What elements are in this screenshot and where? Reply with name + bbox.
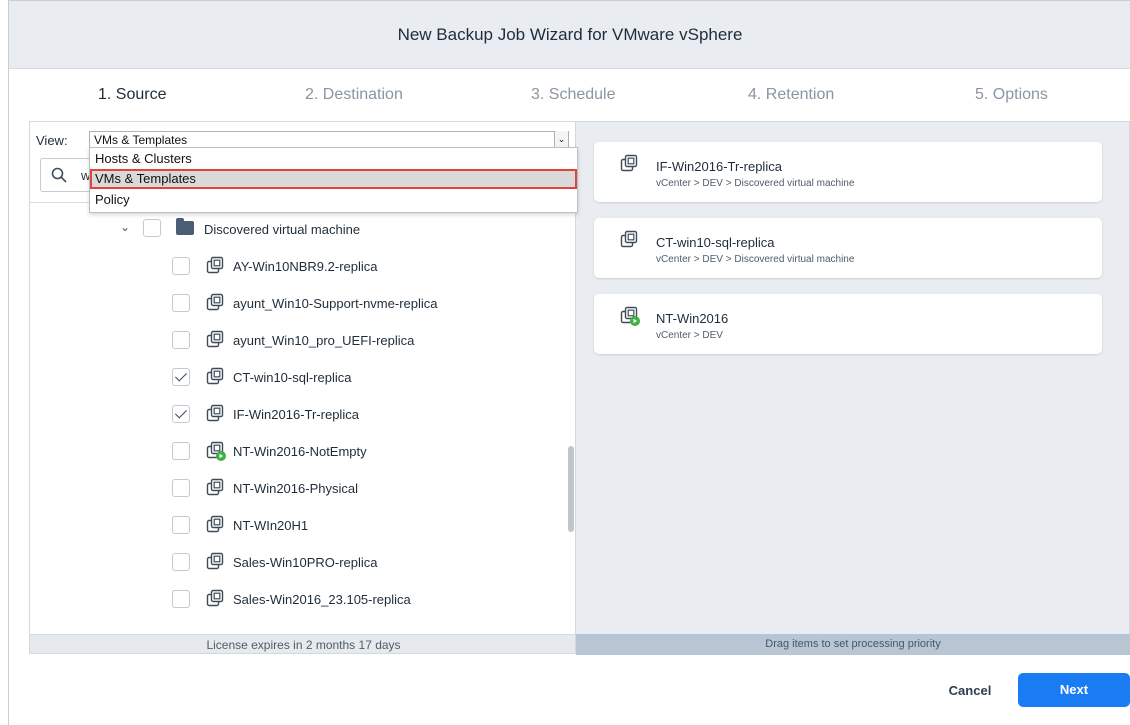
card-path: vCenter > DEV [656,330,723,341]
vm-running-icon [206,441,226,461]
vm-checkbox[interactable] [172,516,190,534]
tree-vm-row[interactable]: NT-WIn20H1 [30,508,565,545]
vm-checkbox[interactable] [172,590,190,608]
tree-vm-row[interactable]: ayunt_Win10-Support-nvme-replica [30,286,565,323]
tree-vm-row[interactable]: IF-Win2016-Tr-replica [30,397,565,434]
folder-checkbox[interactable] [143,219,161,237]
tree-vm-row[interactable]: NT-Win2016-Physical [30,471,565,508]
next-button[interactable]: Next [1018,673,1130,707]
card-title: NT-Win2016 [656,311,729,326]
view-option-policy[interactable]: Policy [90,190,577,210]
scrollbar[interactable] [568,212,574,637]
vm-checkbox[interactable] [172,257,190,275]
step-retention[interactable]: 4. Retention [748,86,834,104]
step-options[interactable]: 5. Options [975,86,1048,104]
vm-checkbox[interactable] [172,294,190,312]
vm-checkbox[interactable] [172,368,190,386]
selected-vm-card[interactable]: IF-Win2016-Tr-replica vCenter > DEV > Dis… [594,142,1102,202]
wizard-window: New Backup Job Wizard for VMware vSphere… [8,0,1130,725]
vm-icon [620,154,638,172]
search-icon [51,167,67,183]
vm-running-icon [620,306,640,326]
vm-label: Sales-Win10PRO-replica [233,555,378,570]
tree-vm-row[interactable]: ayunt_Win10_pro_UEFI-replica [30,323,565,360]
view-option-hosts[interactable]: Hosts & Clusters [90,149,577,169]
vm-icon [206,404,224,422]
vm-label: AY-Win10NBR9.2-replica [233,259,378,274]
tree-folder-row[interactable]: ⌄ Discovered virtual machine [30,212,565,249]
view-select-value: VMs & Templates [94,133,188,147]
folder-icon [176,218,194,235]
vm-checkbox[interactable] [172,405,190,423]
cancel-button[interactable]: Cancel [937,679,1003,701]
vm-icon [206,552,224,570]
selected-items-panel: IF-Win2016-Tr-replica vCenter > DEV > Dis… [576,121,1130,655]
tree-vm-row[interactable]: NT-Win2016-NotEmpty [30,434,565,471]
selected-vm-card[interactable]: CT-win10-sql-replica vCenter > DEV > Disc… [594,218,1102,278]
view-label: View: [36,133,68,148]
selected-vm-card[interactable]: NT-Win2016 vCenter > DEV [594,294,1102,354]
step-source[interactable]: 1. Source [98,86,166,104]
vm-label: ayunt_Win10-Support-nvme-replica [233,296,438,311]
card-title: CT-win10-sql-replica [656,235,775,250]
card-title: IF-Win2016-Tr-replica [656,159,782,174]
card-path: vCenter > DEV > Discovered virtual machi… [656,254,855,265]
chevron-down-icon[interactable]: ⌄ [120,220,130,234]
step-schedule[interactable]: 3. Schedule [531,86,616,104]
tree-vm-row[interactable]: CT-win10-sql-replica [30,360,565,397]
scroll-thumb[interactable] [568,446,574,532]
vm-checkbox[interactable] [172,479,190,497]
tree-vm-row[interactable]: Sales-Win10PRO-replica [30,545,565,582]
vm-label: CT-win10-sql-replica [233,370,352,385]
priority-hint: Drag items to set processing priority [576,634,1130,655]
vm-checkbox[interactable] [172,331,190,349]
wizard-title: New Backup Job Wizard for VMware vSphere [9,1,1130,69]
tree-vm-row[interactable]: Sales-Win2016_23.105-replica [30,582,565,619]
inventory-tree: ⌄ Discovered virtual machine AY-Win10NBR… [30,212,565,642]
vm-icon [206,367,224,385]
license-status: License expires in 2 months 17 days [30,634,575,653]
folder-label: Discovered virtual machine [204,222,361,237]
vm-label: NT-Win2016-Physical [233,481,358,496]
view-dropdown: Hosts & Clusters VMs & Templates Policy [89,147,578,213]
vm-label: NT-WIn20H1 [233,518,309,533]
wizard-steps: 1. Source 2. Destination 3. Schedule 4. … [9,69,1130,121]
vm-icon [206,256,224,274]
vm-checkbox[interactable] [172,442,190,460]
vm-label: Sales-Win2016_23.105-replica [233,592,411,607]
vm-icon [206,330,224,348]
vm-icon [620,230,638,248]
vm-label: NT-Win2016-NotEmpty [233,444,367,459]
vm-icon [206,515,224,533]
card-path: vCenter > DEV > Discovered virtual machi… [656,178,855,189]
vm-icon [206,293,224,311]
vm-icon [206,478,224,496]
vm-label: ayunt_Win10_pro_UEFI-replica [233,333,415,348]
view-option-vms[interactable]: VMs & Templates [90,169,577,189]
tree-vm-row[interactable]: AY-Win10NBR9.2-replica [30,249,565,286]
vm-icon [206,589,224,607]
vm-checkbox[interactable] [172,553,190,571]
step-destination[interactable]: 2. Destination [305,86,403,104]
vm-label: IF-Win2016-Tr-replica [233,407,359,422]
